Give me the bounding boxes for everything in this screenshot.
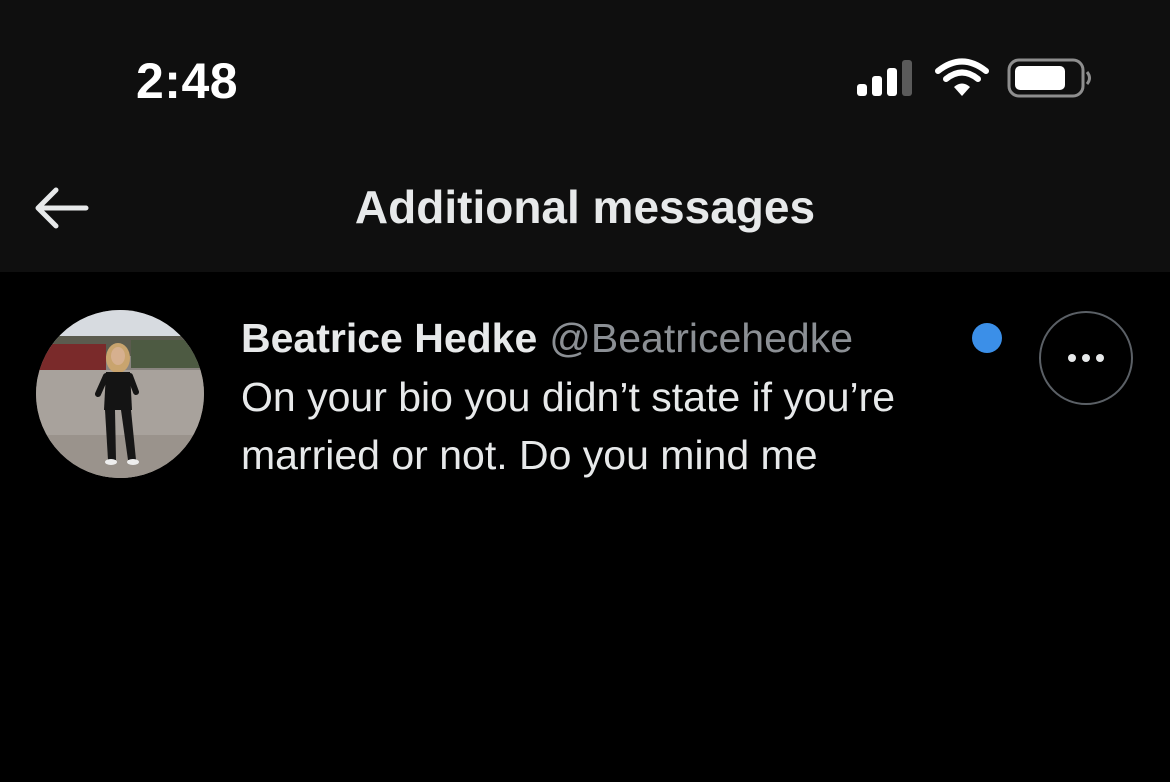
sender-handle: @Beatricehedke	[549, 315, 854, 361]
page-header: Additional messages	[0, 150, 1170, 272]
status-time: 2:48	[136, 53, 239, 109]
conversation-list-item[interactable]: Beatrice Hedke @Beatricehedke On your bio…	[0, 272, 1170, 512]
cellular-signal-icon	[857, 60, 912, 96]
sender-line: Beatrice Hedke @Beatricehedke	[241, 312, 1001, 364]
avatar[interactable]	[36, 310, 204, 478]
message-preview: On your bio you didn’t state if you’re m…	[241, 374, 896, 478]
wifi-icon	[935, 58, 989, 96]
status-bar: 2:48	[0, 0, 1170, 150]
message-content: Beatrice Hedke @Beatricehedke On your bio…	[241, 312, 1001, 484]
page-title: Additional messages	[354, 181, 816, 233]
more-options-button[interactable]	[1039, 311, 1133, 405]
ellipsis-icon	[1068, 354, 1104, 362]
unread-indicator	[972, 323, 1002, 353]
battery-icon	[1007, 58, 1091, 98]
sender-display-name: Beatrice Hedke	[241, 315, 538, 361]
